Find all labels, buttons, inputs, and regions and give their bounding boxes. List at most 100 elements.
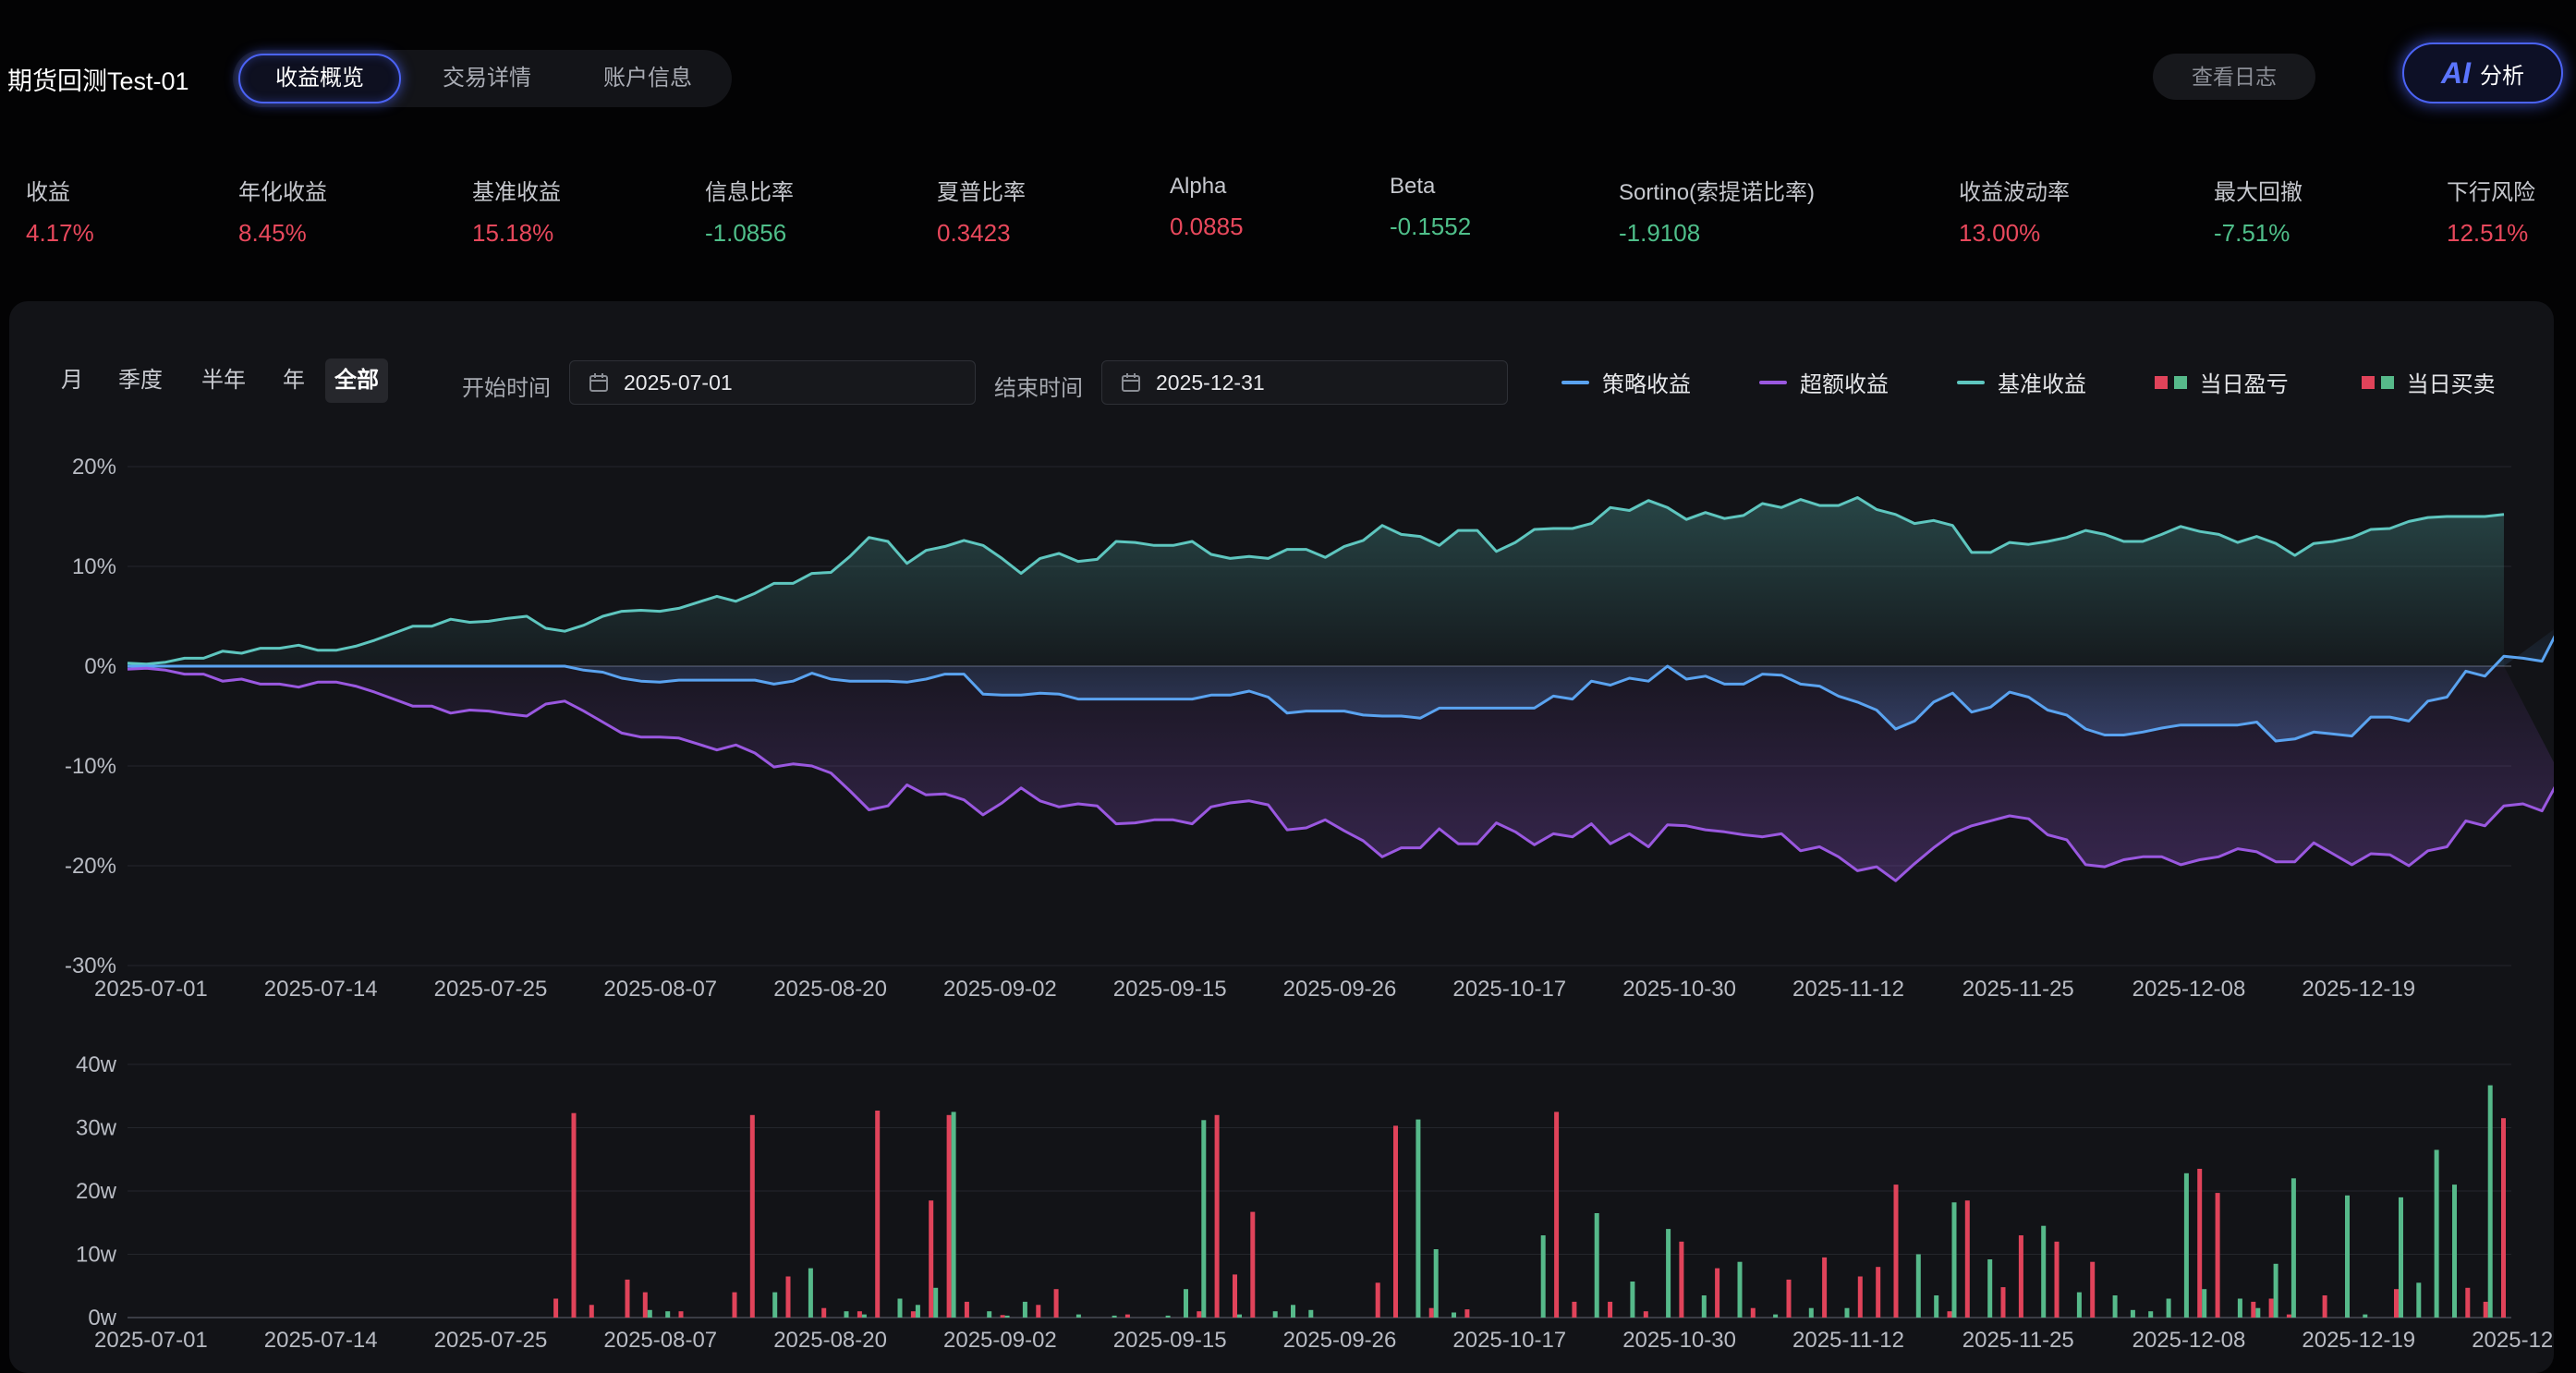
metric-annualized-return: 年化收益 8.45% [238,174,327,248]
bar [951,1112,956,1318]
bar [1915,1254,1921,1318]
metric-alpha: Alpha 0.0885 [1170,174,1244,241]
bar [1773,1314,1779,1318]
x-tick-label: 2025-11-25 [1962,1328,2074,1353]
bar [987,1311,992,1318]
bar [1112,1315,1117,1318]
bar [1197,1311,1202,1318]
bar [2183,1173,2189,1318]
bar [1666,1229,1671,1318]
y-tick-label: 40w [76,1052,117,1077]
bar [642,1292,648,1318]
tab-bar: 收益概览 交易详情 账户信息 [233,50,732,107]
bar [1947,1311,1952,1318]
bar [1433,1249,1439,1318]
bar [1250,1211,1256,1318]
bar [1291,1305,1295,1318]
bar [1857,1276,1863,1318]
bar [1000,1315,1005,1318]
bar [915,1305,920,1318]
bar [1053,1289,1059,1318]
metric-label: Sortino(索提诺比率) [1619,180,1816,205]
bar [665,1311,671,1318]
bar [1964,1200,1970,1318]
bar [1022,1301,1027,1318]
bar [2090,1261,2096,1318]
bar [1679,1241,1684,1318]
bar [2255,1307,2261,1318]
metric-label: Alpha [1170,174,1227,199]
bar [1786,1279,1792,1318]
x-tick-label: 2025-07-01 [94,1328,208,1353]
bar [1464,1309,1470,1318]
bar [1165,1315,1171,1318]
x-tick-label: 2025-09-15 [1113,1328,1227,1353]
bar [1750,1307,1756,1318]
bar [2416,1282,2422,1318]
tab-trade-details[interactable]: 交易详情 [408,54,565,103]
bar [732,1292,737,1318]
x-tick-label: 2025-12-08 [2132,1328,2246,1353]
bar [2465,1287,2471,1318]
top-bar: 期货回测Test-01 收益概览 交易详情 账户信息 查看日志 AI 分析 [0,0,2576,157]
y-tick-label: 20w [76,1179,117,1204]
bar [2215,1193,2220,1318]
y-tick-label: 0w [88,1306,116,1330]
view-log-button[interactable]: 查看日志 [2153,54,2315,100]
x-tick-label: 2025-11-12 [1792,1328,1904,1353]
metric-value: -1.0856 [705,219,787,247]
metric-sharpe-ratio: 夏普比率 0.3423 [937,174,1026,248]
bar [625,1279,630,1318]
bar [844,1311,849,1318]
metric-value: 12.51% [2447,219,2529,247]
bar [2251,1301,2256,1318]
bar [1004,1315,1010,1318]
bar [1715,1268,1720,1318]
bar [647,1309,652,1318]
y-tick-label: 30w [76,1116,117,1141]
bar [1375,1282,1380,1318]
ai-analysis-label: 分析 [2480,63,2524,89]
bar [1630,1282,1635,1318]
metric-label: 最大回撤 [2214,180,2303,205]
chart-panel: 月 季度 半年 年 全部 开始时间 2025-07-01 结束时间 2025-1… [9,301,2554,1373]
x-tick-label: 2025-08-20 [773,1328,887,1353]
metric-beta: Beta -0.1552 [1390,174,1471,241]
bar [1036,1305,1041,1318]
bar [2130,1309,2135,1318]
bar [1428,1307,1434,1318]
tab-account-info[interactable]: 账户信息 [569,54,726,103]
bar [897,1298,903,1318]
bar [933,1287,939,1318]
metric-value: 15.18% [472,219,554,247]
bar [1554,1112,1560,1318]
metric-value: -1.9108 [1619,219,1701,247]
bar [2041,1225,2047,1318]
bar [857,1311,862,1318]
bar [2268,1298,2274,1318]
bar [1893,1185,1899,1318]
metric-value: -0.1552 [1390,213,1472,240]
metric-value: 4.17% [26,219,94,247]
bar [2197,1169,2203,1318]
metric-label: Beta [1390,174,1436,199]
metric-label: 收益 [26,180,70,205]
bar [2000,1287,2006,1318]
bar [1237,1314,1242,1318]
bar [2286,1314,2291,1318]
bar [2202,1289,2207,1318]
bar [1540,1235,1546,1318]
bar [1393,1125,1398,1318]
bar [772,1292,778,1318]
metric-return: 收益 4.17% [26,174,94,248]
bar [964,1301,969,1318]
x-tick-label: 2025-08-07 [603,1328,717,1353]
bar [1184,1289,1188,1318]
bar [1075,1314,1081,1318]
daily-bar-chart: 40w 30w 20w 10w 0w2025-07-01 2025-07-14 2025-0… [76,1052,2554,1353]
bar [2394,1289,2399,1318]
x-tick-label: 2025-10-30 [1622,1328,1736,1353]
ai-analysis-button[interactable]: AI 分析 [2402,43,2563,103]
page-title: 期货回测Test-01 [7,67,189,95]
tab-overview[interactable]: 收益概览 [238,54,401,103]
